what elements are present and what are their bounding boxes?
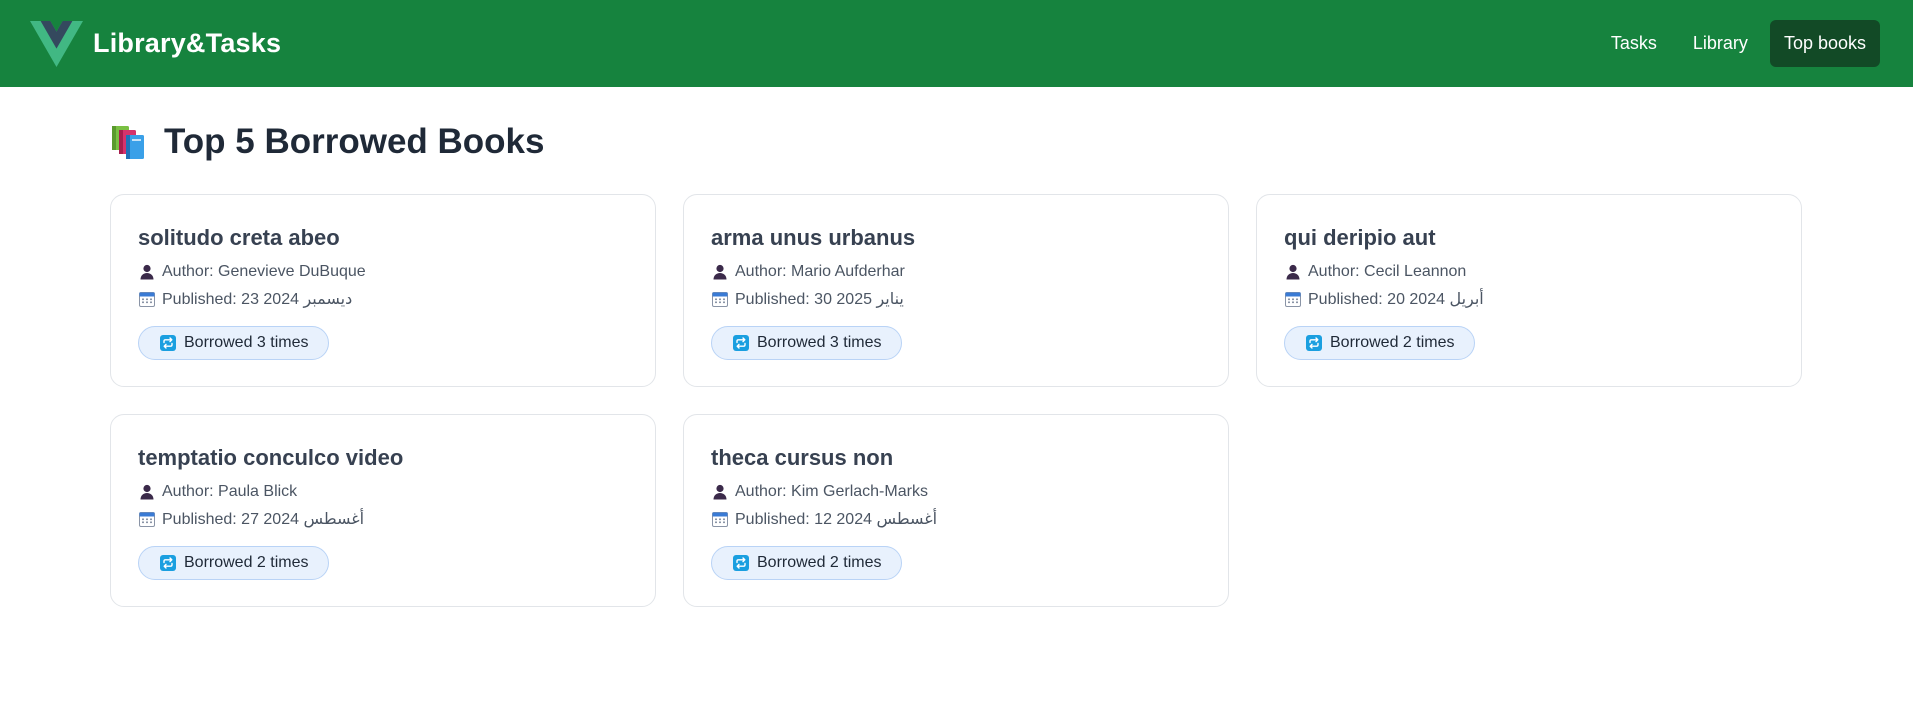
- book-published: Published: 12 أغسطس 2024: [735, 510, 938, 528]
- book-title: arma unus urbanus: [711, 225, 916, 250]
- calendar-icon: [139, 511, 155, 527]
- book-published-row: Published: 27 أغسطس 2024: [138, 505, 628, 532]
- book-title: temptatio conculco video: [138, 445, 404, 470]
- top-navbar: Library&Tasks Tasks Library Top books: [0, 0, 1913, 87]
- book-card: theca cursus non Author: Kim Gerlach-Mar…: [683, 414, 1229, 607]
- books-grid: solitudo creta abeo Author: Genevieve Du…: [110, 194, 1803, 607]
- person-icon: [140, 484, 154, 499]
- borrowed-count: Borrowed 3 times: [184, 334, 309, 351]
- book-published-row: Published: 30 يناير 2025: [711, 285, 1201, 312]
- book-author-row: Author: Mario Aufderhar: [711, 258, 1201, 285]
- main-nav: Tasks Library Top books: [1597, 20, 1880, 67]
- book-author: Author: Genevieve DuBuque: [162, 262, 366, 280]
- calendar-icon: [712, 291, 728, 307]
- book-title: theca cursus non: [711, 445, 894, 470]
- book-author-row: Author: Kim Gerlach-Marks: [711, 478, 1201, 505]
- brand[interactable]: Library&Tasks: [30, 20, 282, 67]
- page-heading: Top 5 Borrowed Books: [110, 121, 1803, 163]
- page-title: Top 5 Borrowed Books: [164, 122, 545, 161]
- person-icon: [713, 264, 727, 279]
- borrowed-badge: Borrowed 2 times: [1284, 326, 1475, 360]
- book-author-row: Author: Paula Blick: [138, 478, 628, 505]
- repeat-icon: [1306, 335, 1322, 351]
- person-icon: [1286, 264, 1300, 279]
- borrowed-badge: Borrowed 3 times: [138, 326, 329, 360]
- book-card: arma unus urbanus Author: Mario Aufderha…: [683, 194, 1229, 387]
- book-author: Author: Paula Blick: [162, 482, 298, 500]
- calendar-icon: [139, 291, 155, 307]
- person-icon: [140, 264, 154, 279]
- book-published: Published: 27 أغسطس 2024: [162, 510, 365, 528]
- repeat-icon: [733, 555, 749, 571]
- repeat-icon: [733, 335, 749, 351]
- book-card: qui deripio aut Author: Cecil Leannon Pu…: [1256, 194, 1802, 387]
- borrowed-badge: Borrowed 3 times: [711, 326, 902, 360]
- book-author: Author: Mario Aufderhar: [735, 262, 905, 280]
- book-published-row: Published: 20 أبريل 2024: [1284, 285, 1774, 312]
- book-published: Published: 23 ديسمبر 2024: [162, 290, 353, 308]
- borrowed-count: Borrowed 2 times: [184, 554, 309, 571]
- book-author-row: Author: Genevieve DuBuque: [138, 258, 628, 285]
- person-icon: [713, 484, 727, 499]
- borrowed-badge: Borrowed 2 times: [138, 546, 329, 580]
- book-published: Published: 20 أبريل 2024: [1308, 290, 1484, 308]
- nav-link-top-books[interactable]: Top books: [1769, 20, 1880, 67]
- calendar-icon: [712, 511, 728, 527]
- borrowed-count: Borrowed 3 times: [757, 334, 882, 351]
- vue-logo-icon: [30, 20, 83, 67]
- repeat-icon: [160, 335, 176, 351]
- books-icon: [112, 126, 144, 159]
- book-author: Author: Cecil Leannon: [1308, 262, 1467, 280]
- borrowed-count: Borrowed 2 times: [757, 554, 882, 571]
- book-published-row: Published: 12 أغسطس 2024: [711, 505, 1201, 532]
- borrowed-count: Borrowed 2 times: [1330, 334, 1455, 351]
- book-published: Published: 30 يناير 2025: [735, 290, 904, 308]
- book-card: solitudo creta abeo Author: Genevieve Du…: [110, 194, 656, 387]
- book-author-row: Author: Cecil Leannon: [1284, 258, 1774, 285]
- repeat-icon: [160, 555, 176, 571]
- book-author: Author: Kim Gerlach-Marks: [735, 482, 928, 500]
- book-title: solitudo creta abeo: [138, 225, 340, 250]
- nav-link-tasks[interactable]: Tasks: [1597, 20, 1671, 67]
- main-content: Top 5 Borrowed Books solitudo creta abeo…: [0, 121, 1913, 607]
- brand-title: Library&Tasks: [93, 28, 282, 58]
- borrowed-badge: Borrowed 2 times: [711, 546, 902, 580]
- book-card: temptatio conculco video Author: Paula B…: [110, 414, 656, 607]
- calendar-icon: [1285, 291, 1301, 307]
- book-published-row: Published: 23 ديسمبر 2024: [138, 285, 628, 312]
- nav-link-library[interactable]: Library: [1679, 20, 1762, 67]
- book-title: qui deripio aut: [1284, 225, 1436, 250]
